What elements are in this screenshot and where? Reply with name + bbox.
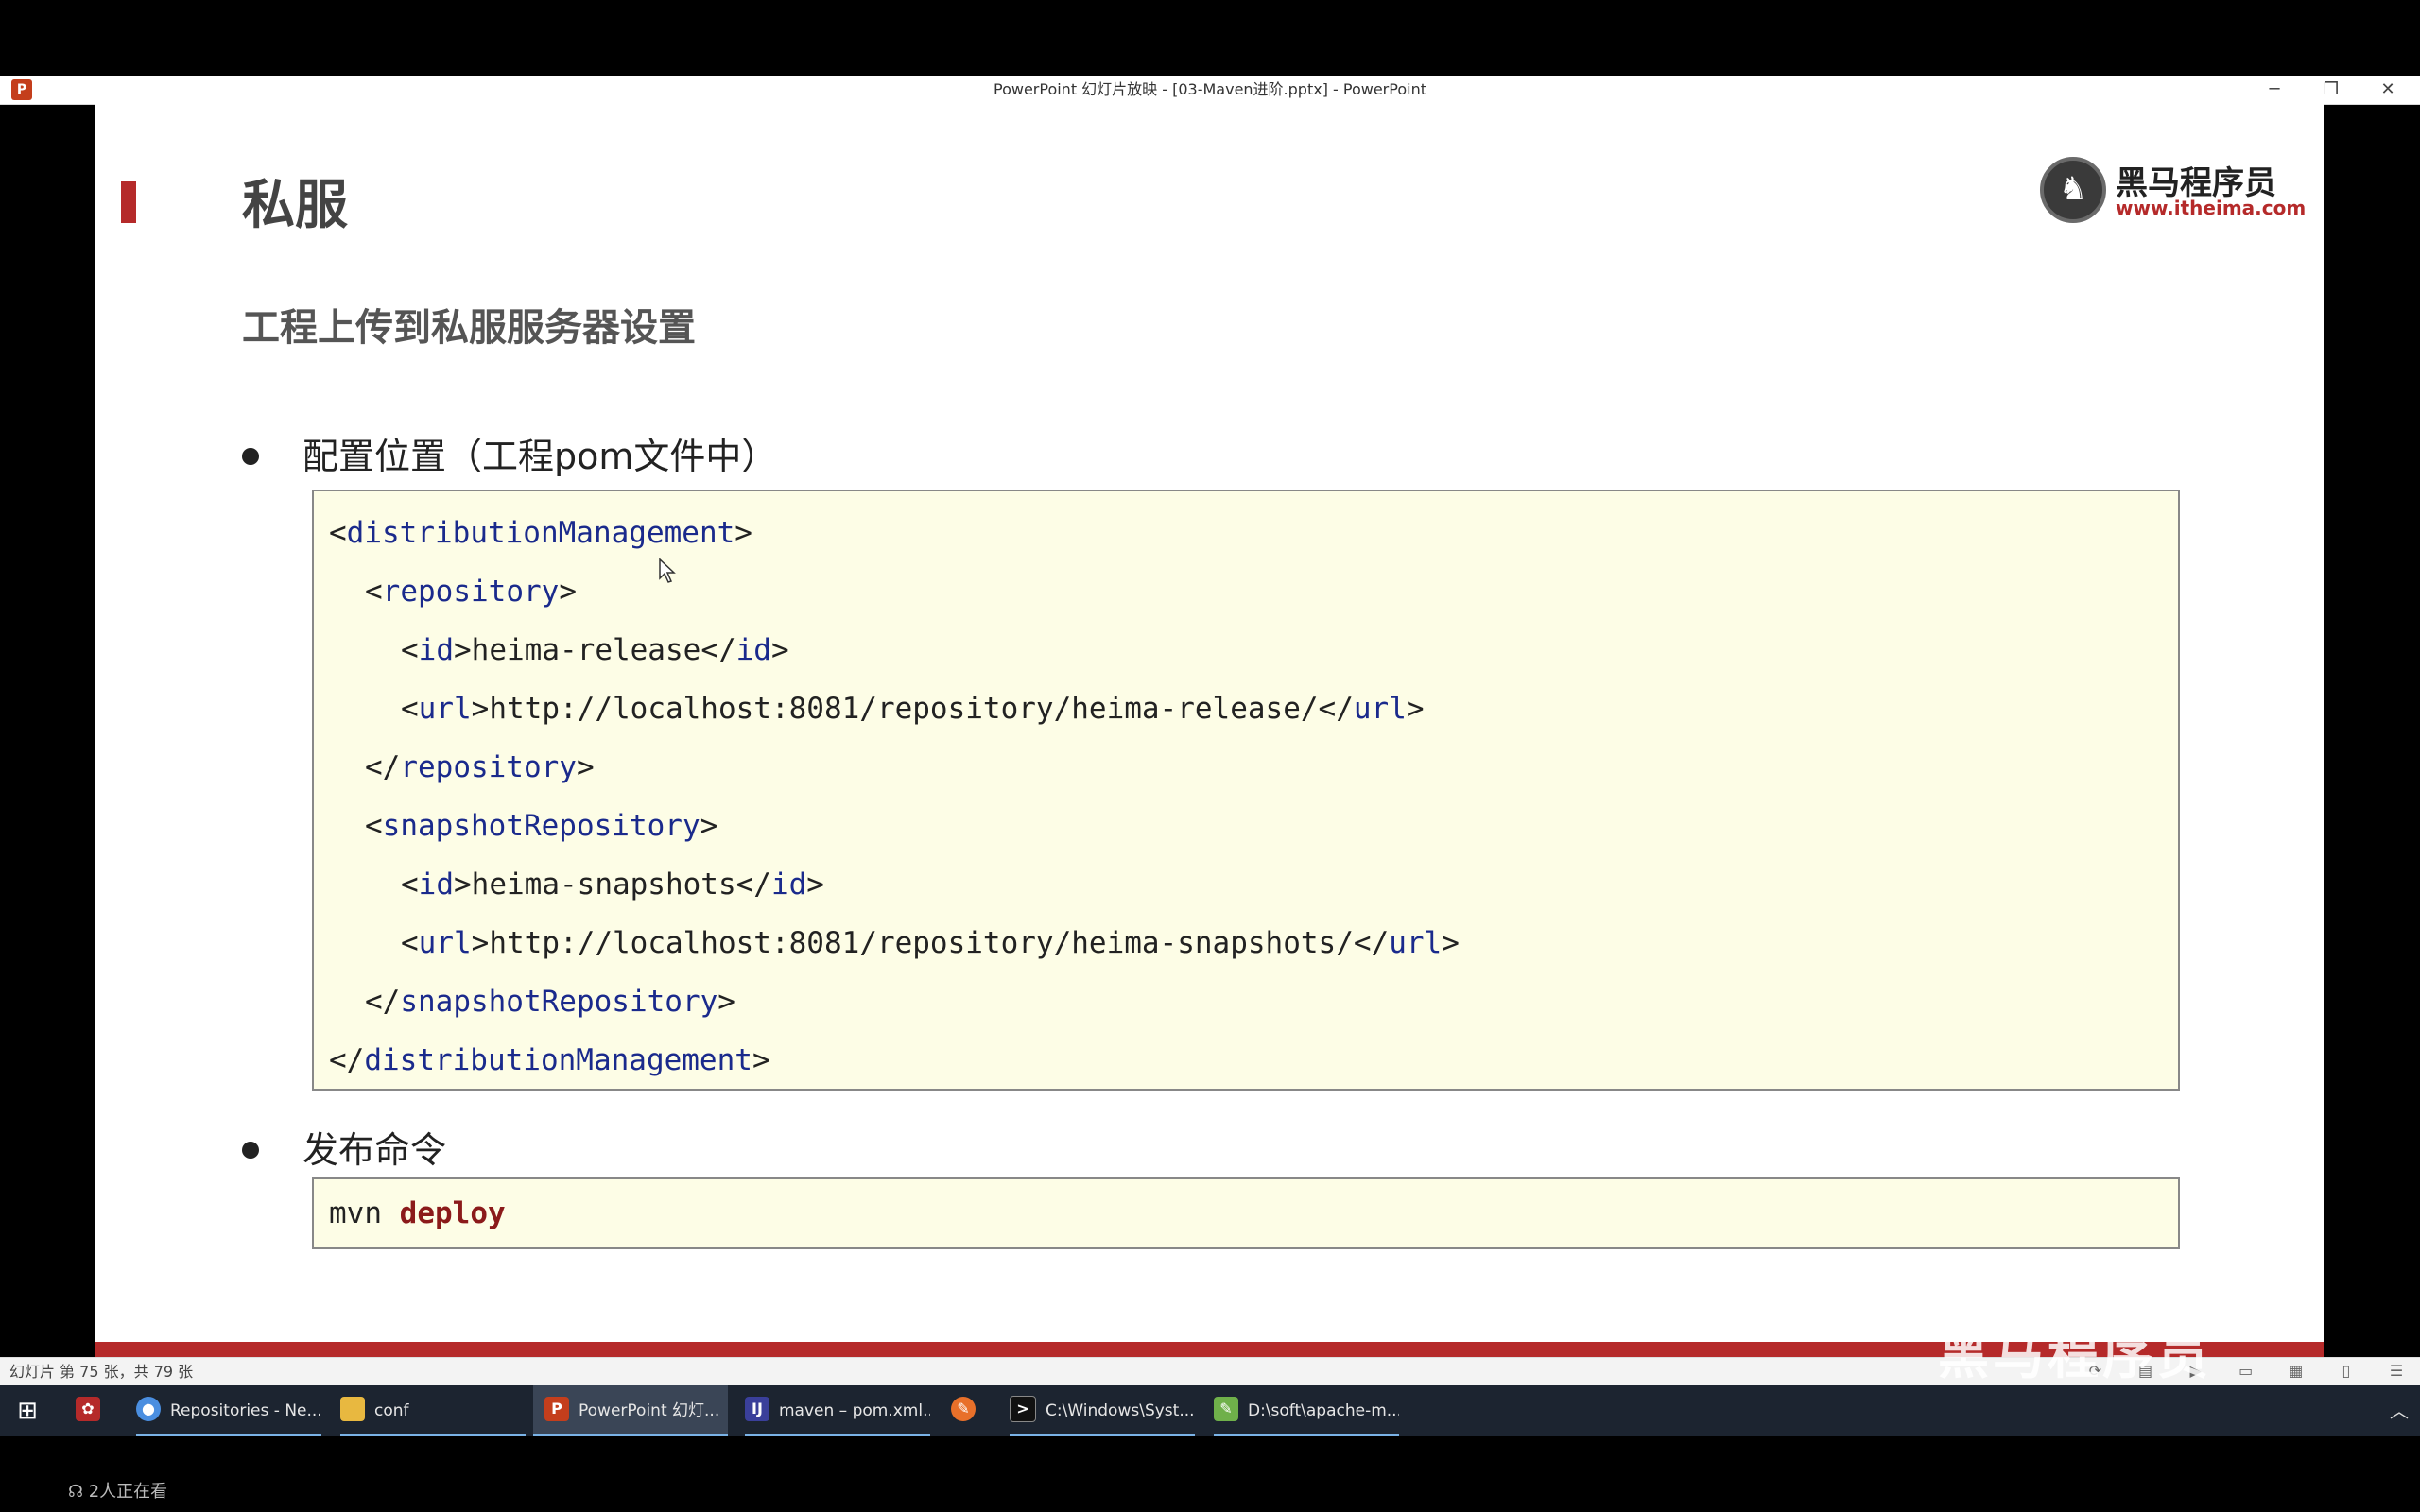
close-button[interactable]: ✕	[2360, 76, 2416, 104]
folder-icon	[340, 1397, 365, 1421]
itheima-logo: ♞ 黑马程序员 www.itheima.com	[2040, 153, 2324, 229]
normal-view-icon[interactable]: ▭	[2236, 1362, 2256, 1381]
bullet-icon	[242, 447, 259, 465]
code-line: <id>heima-release</id>	[401, 633, 789, 667]
code-line: <distributionManagement>	[329, 516, 752, 550]
taskbar-item-orange-app[interactable]: ✎	[951, 1385, 989, 1436]
minimize-button[interactable]: ─	[2246, 76, 2303, 104]
taskbar-item-chrome[interactable]: ● Repositories - Ne...	[136, 1385, 321, 1436]
cmd-icon: >	[1010, 1396, 1036, 1422]
deploy-code-block: mvn deploy	[312, 1177, 2180, 1249]
headset-icon: ☊	[68, 1482, 83, 1502]
app-orange-icon: ✎	[951, 1397, 976, 1421]
taskbar-item-powerpoint[interactable]: P PowerPoint 幻灯...	[533, 1385, 728, 1436]
code-line: <snapshotRepository>	[365, 809, 718, 843]
powerpoint-icon: P	[544, 1397, 569, 1421]
logo-url: www.itheima.com	[2116, 197, 2307, 219]
taskbar-app-red[interactable]: ✿	[76, 1385, 113, 1436]
chrome-icon: ●	[136, 1397, 161, 1421]
tray-chevron-up-icon[interactable]: ︿	[2390, 1385, 2409, 1436]
code-line: <url>http://localhost:8081/repository/he…	[401, 926, 1460, 960]
horse-logo-icon: ♞	[2040, 157, 2106, 223]
taskbar: ⊞ ✿ ● Repositories - Ne... conf P PowerPoi…	[0, 1385, 2420, 1436]
window-title: PowerPoint 幻灯片放映 - [03-Maven进阶.pptx] - P…	[993, 80, 1426, 98]
notepad-icon: ✎	[1214, 1397, 1238, 1421]
reading-view-icon[interactable]: ▯	[2336, 1362, 2357, 1381]
restore-button[interactable]: ❐	[2303, 76, 2360, 104]
windows-start-icon[interactable]: ⊞	[13, 1397, 42, 1425]
slide: 私服 ♞ 黑马程序员 www.itheima.com 工程上传到私服服务器设置 …	[95, 104, 2324, 1357]
viewer-count: ☊ 2人正在看	[68, 1482, 168, 1502]
window-title-bar: P PowerPoint 幻灯片放映 - [03-Maven进阶.pptx] -…	[0, 76, 2420, 105]
code-line: </distributionManagement>	[329, 1043, 770, 1077]
watermark: 黑马程序员	[1938, 1326, 2212, 1385]
sorter-view-icon[interactable]: ▦	[2286, 1362, 2307, 1381]
code-line: <id>heima-snapshots</id>	[401, 868, 824, 902]
mouse-cursor-icon	[659, 558, 676, 583]
slide-subtitle: 工程上传到私服服务器设置	[242, 306, 696, 350]
bullet-icon	[242, 1141, 259, 1159]
slide-counter: 幻灯片 第 75 张，共 79 张	[9, 1363, 194, 1381]
slide-title: 私服	[242, 175, 348, 236]
bullet-publish-command: 发布命令	[242, 1121, 446, 1173]
taskbar-item-cmd[interactable]: > C:\Windows\Syst...	[1010, 1385, 1195, 1436]
taskbar-item-conf[interactable]: conf	[340, 1385, 526, 1436]
bullet-label: 配置位置（工程pom文件中）	[302, 436, 778, 477]
code-line: </snapshotRepository>	[365, 985, 735, 1019]
intellij-icon: IJ	[745, 1397, 769, 1421]
code-line: <repository>	[365, 575, 577, 609]
code-line: mvn deploy	[329, 1196, 506, 1230]
code-line: </repository>	[365, 750, 595, 784]
bullet-label: 发布命令	[302, 1129, 447, 1171]
pom-code-block: <distributionManagement> <repository> <i…	[312, 490, 2180, 1091]
bullet-config-location: 配置位置（工程pom文件中）	[242, 427, 777, 479]
app-red-icon: ✿	[76, 1397, 100, 1421]
menu-icon[interactable]: ☰	[2386, 1362, 2407, 1381]
taskbar-item-notepad[interactable]: ✎ D:\soft\apache-m...	[1214, 1385, 1399, 1436]
title-accent-bar	[121, 181, 136, 223]
taskbar-item-intellij[interactable]: IJ maven – pom.xml...	[745, 1385, 930, 1436]
code-line: <url>http://localhost:8081/repository/he…	[401, 692, 1425, 726]
